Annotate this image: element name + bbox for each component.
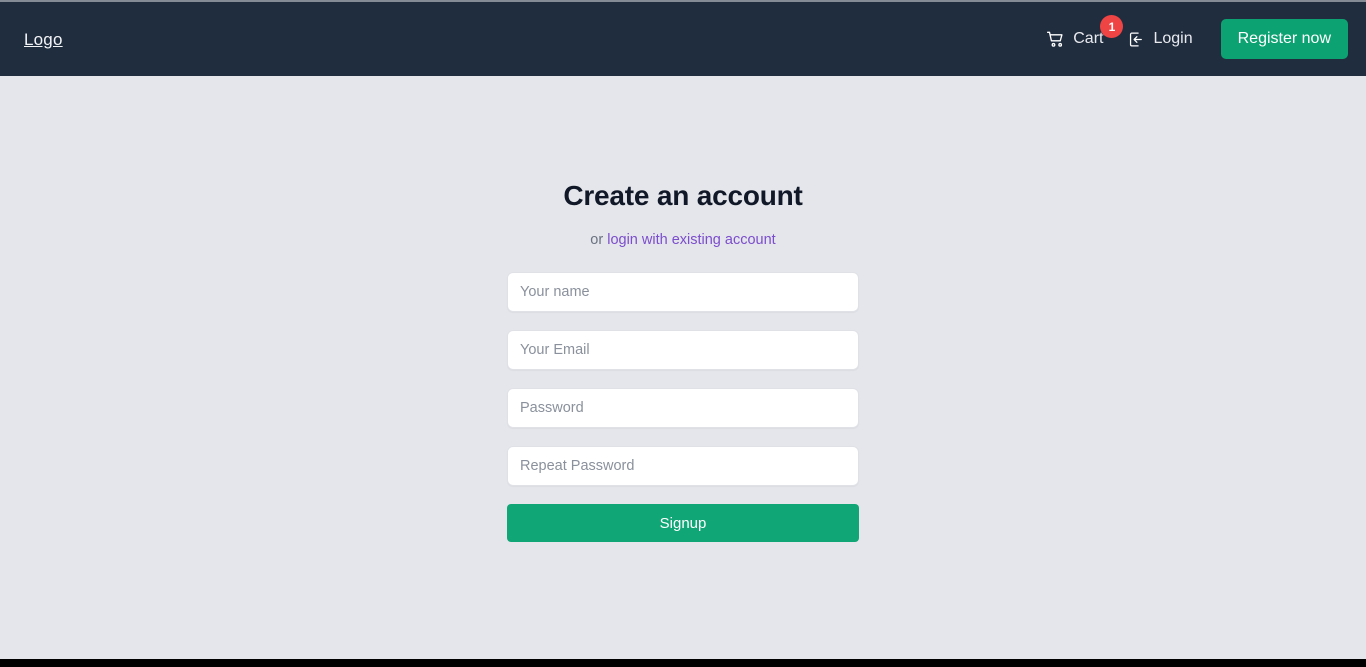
register-now-button[interactable]: Register now xyxy=(1220,19,1348,59)
signup-subtitle: or login with existing account xyxy=(507,232,859,248)
header-nav: Cart 1 Login Register now xyxy=(1040,15,1348,59)
signup-form-card: Create an account or login with existing… xyxy=(507,180,859,659)
email-input[interactable] xyxy=(507,330,859,370)
login-with-existing-account-link[interactable]: login with existing account xyxy=(607,232,775,248)
page-title: Create an account xyxy=(563,180,803,211)
window-bottom-edge xyxy=(0,659,1366,667)
cart-label: Cart xyxy=(1073,30,1104,47)
subtitle-prefix-text: or xyxy=(590,232,608,248)
login-label: Login xyxy=(1153,30,1193,47)
cart-link[interactable]: Cart 1 xyxy=(1040,15,1124,53)
site-logo[interactable]: Logo xyxy=(24,31,63,48)
password-input[interactable] xyxy=(507,388,859,428)
repeat-password-input[interactable] xyxy=(507,446,859,486)
name-input[interactable] xyxy=(507,272,859,312)
login-link[interactable]: Login xyxy=(1121,26,1198,53)
signup-button[interactable]: Signup xyxy=(507,504,859,542)
cart-count-badge: 1 xyxy=(1100,15,1124,38)
sign-in-icon xyxy=(1127,30,1146,49)
main-content: Create an account or login with existing… xyxy=(0,76,1366,659)
site-header: Logo Cart 1 Login Register now xyxy=(0,2,1366,76)
shopping-cart-icon xyxy=(1046,29,1066,49)
